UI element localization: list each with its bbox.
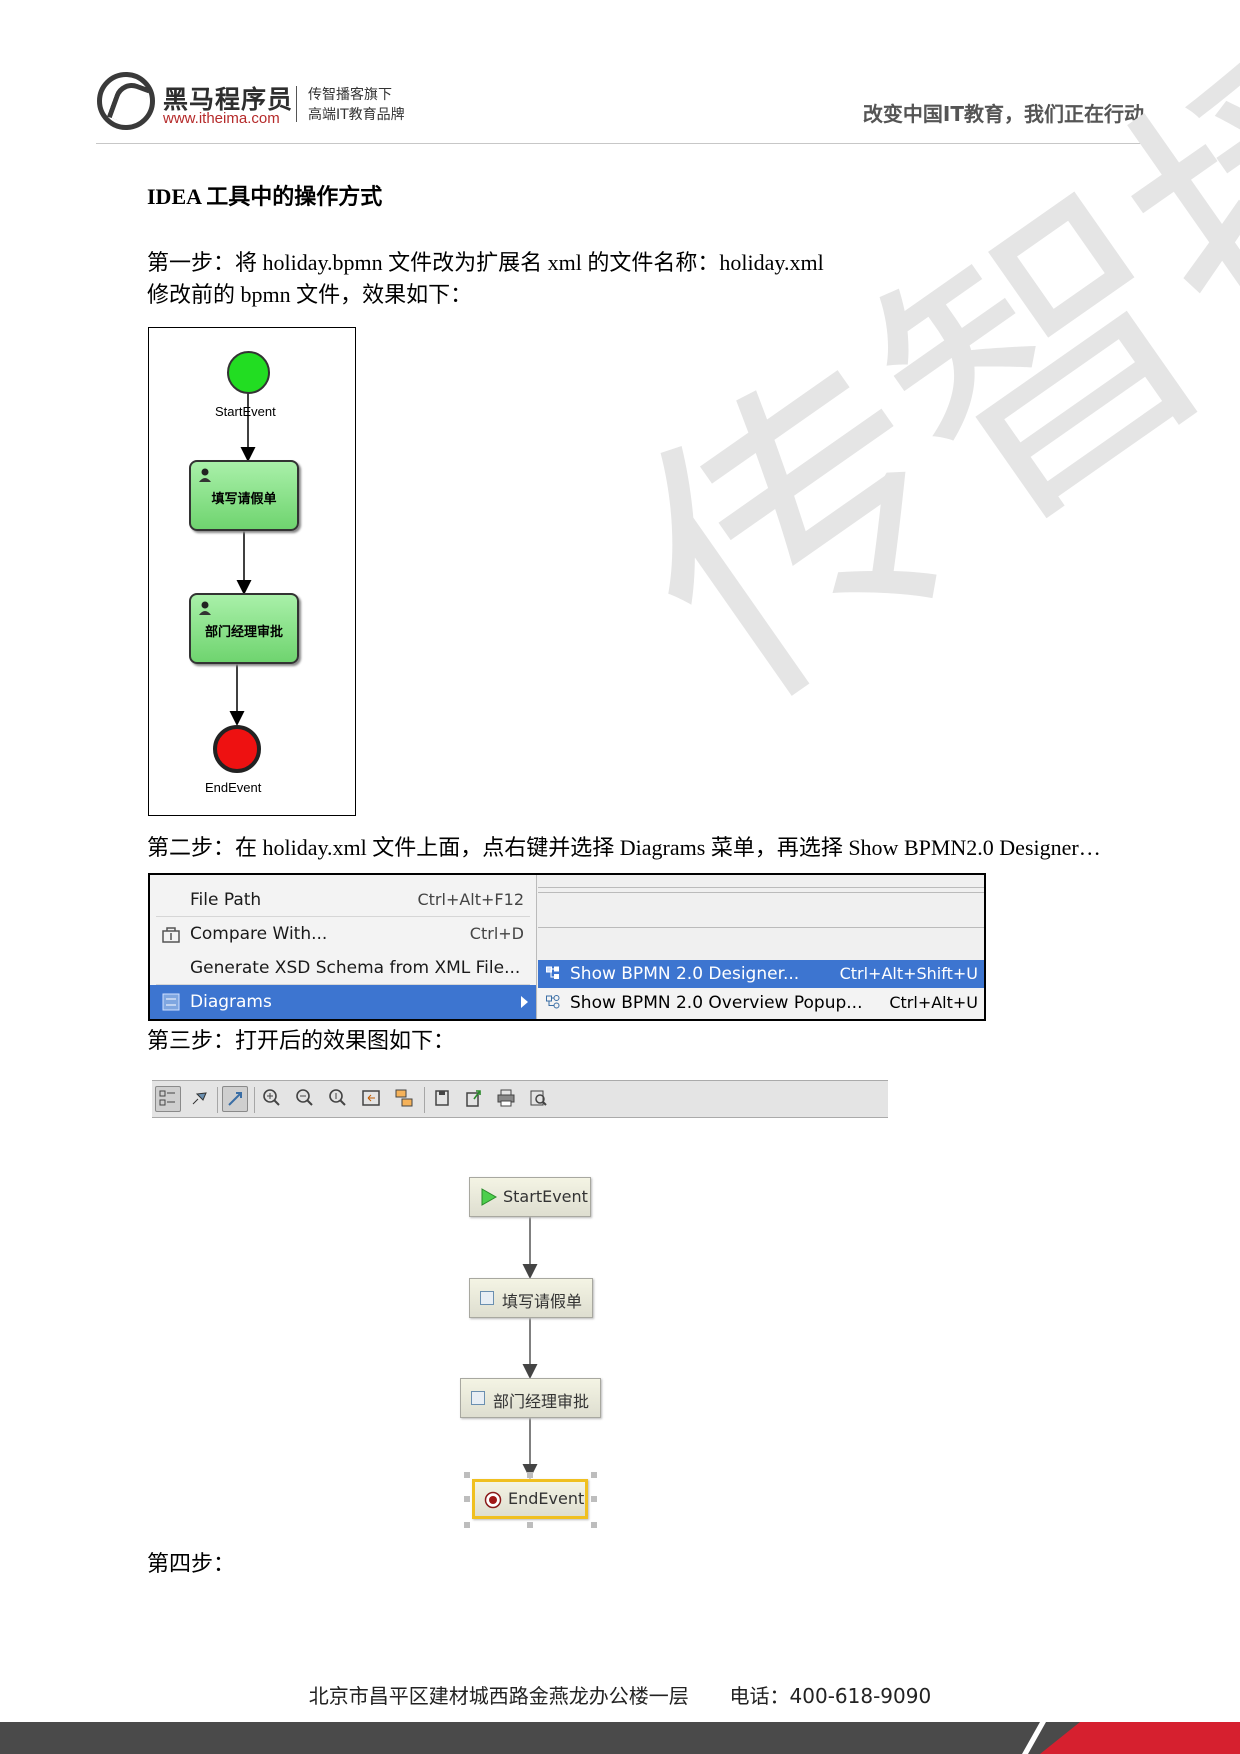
menu-item-label: Generate XSD Schema from XML File...	[190, 958, 521, 978]
menu-item-label: Show BPMN 2.0 Overview Popup...	[570, 993, 863, 1013]
node-label: StartEvent	[503, 1187, 588, 1206]
play-icon	[481, 1188, 497, 1206]
compare-icon	[162, 927, 180, 943]
task-icon	[471, 1391, 485, 1405]
bpmn-diagram-before: StartEvent 填写请假单 部门经理审批 EndEvent	[148, 327, 356, 816]
brand-divider	[296, 86, 297, 122]
node-label: EndEvent	[508, 1489, 585, 1508]
layout-icon[interactable]	[392, 1086, 418, 1112]
step-1-text: 第一步：将 holiday.bpmn 文件改为扩展名 xml 的文件名称：hol…	[147, 250, 824, 275]
section-heading: IDEA 工具中的操作方式	[147, 184, 383, 209]
menu-item-generate-xsd[interactable]: Generate XSD Schema from XML File...	[150, 951, 536, 985]
step-2-text: 第二步：在 holiday.xml 文件上面，点右键并选择 Diagrams 菜…	[147, 835, 1101, 860]
zoom-in-icon[interactable]	[260, 1086, 286, 1112]
selection-handle[interactable]	[464, 1472, 470, 1478]
zoom-out-icon[interactable]	[293, 1086, 319, 1112]
menu-item-show-bpmn-overview[interactable]: Show BPMN 2.0 Overview Popup... Ctrl+Alt…	[538, 989, 984, 1017]
designer-end-event[interactable]: EndEvent	[472, 1479, 588, 1519]
menu-item-diagrams[interactable]: Diagrams	[150, 985, 536, 1019]
selection-handle[interactable]	[591, 1496, 597, 1502]
menu-item-file-path[interactable]: File Path Ctrl+Alt+F12	[150, 883, 536, 917]
header-divider	[96, 143, 1142, 144]
context-menu: File Path Ctrl+Alt+F12 Compare With... C…	[150, 875, 537, 1019]
selection-handle[interactable]	[527, 1472, 533, 1478]
submenu-arrow-icon	[521, 996, 528, 1008]
menu-item-shortcut: Ctrl+Alt+U	[889, 993, 978, 1012]
user-icon	[199, 468, 211, 482]
menu-item-label: Show BPMN 2.0 Designer...	[570, 964, 800, 984]
brand-tagline-1: 传智播客旗下	[308, 87, 392, 103]
selection-handle[interactable]	[464, 1522, 470, 1528]
user-icon	[199, 601, 211, 615]
end-event-label: EndEvent	[205, 780, 262, 795]
background-lines	[538, 887, 984, 893]
designer-start-event[interactable]: StartEvent	[469, 1177, 591, 1217]
task-icon	[480, 1291, 494, 1305]
fit-content-icon[interactable]	[359, 1086, 385, 1112]
header-slogan: 改变中国IT教育，我们正在行动	[862, 102, 1144, 126]
menu-item-label: Compare With...	[190, 924, 328, 944]
footer-address: 北京市昌平区建材城西路金燕龙办公楼一层	[308, 1684, 689, 1708]
bpmn-overview-icon	[546, 995, 560, 1009]
end-event-icon	[213, 725, 261, 773]
step-4-text: 第四步：	[147, 1551, 236, 1576]
selection-handle[interactable]	[464, 1496, 470, 1502]
brand-url: www.itheima.com	[163, 110, 280, 127]
end-event-icon	[484, 1491, 502, 1509]
select-mode-icon[interactable]	[222, 1086, 248, 1112]
designer-task-fill-leave-form[interactable]: 填写请假单	[469, 1278, 593, 1318]
footer-contact: 北京市昌平区建材城西路金燕龙办公楼一层 电话：400-618-9090	[0, 1680, 1240, 1709]
brand-tagline-2: 高端IT教育品牌	[308, 107, 405, 123]
diagrams-submenu: Show BPMN 2.0 Designer... Ctrl+Alt+Shift…	[538, 960, 984, 1019]
toolbar-separator	[254, 1087, 255, 1113]
selection-handle[interactable]	[591, 1472, 597, 1478]
node-label: 部门经理审批	[493, 1392, 590, 1411]
pin-icon[interactable]	[187, 1086, 213, 1112]
print-preview-icon[interactable]	[526, 1086, 552, 1112]
designer-task-manager-approval[interactable]: 部门经理审批	[460, 1378, 601, 1418]
diagrams-icon	[162, 993, 180, 1011]
menu-item-show-bpmn-designer[interactable]: Show BPMN 2.0 Designer... Ctrl+Alt+Shift…	[538, 960, 984, 988]
start-event-icon	[227, 351, 270, 394]
footer-phone: 电话：400-618-9090	[729, 1684, 932, 1708]
selection-handle[interactable]	[591, 1522, 597, 1528]
bpmn-designer-icon	[546, 966, 559, 979]
menu-item-shortcut: Ctrl+Alt+Shift+U	[839, 964, 978, 983]
menu-item-compare-with[interactable]: Compare With... Ctrl+D	[150, 917, 536, 951]
start-event-label: StartEvent	[215, 404, 276, 419]
task-fill-leave-form: 填写请假单	[189, 460, 299, 531]
actual-size-icon[interactable]	[326, 1086, 352, 1112]
menu-item-label: File Path	[190, 890, 262, 910]
task-label: 填写请假单	[211, 492, 277, 507]
toolbar-separator	[217, 1087, 218, 1113]
task-manager-approval: 部门经理审批	[189, 593, 299, 664]
background-line	[538, 927, 984, 928]
designer-toolbar	[152, 1080, 888, 1118]
export-icon[interactable]	[462, 1086, 488, 1112]
menu-item-shortcut: Ctrl+Alt+F12	[417, 890, 524, 909]
node-label: 填写请假单	[502, 1292, 583, 1311]
menu-item-shortcut: Ctrl+D	[469, 924, 524, 943]
step-1-note: 修改前的 bpmn 文件，效果如下：	[147, 282, 473, 307]
save-icon[interactable]	[430, 1086, 456, 1112]
task-label: 部门经理审批	[204, 625, 283, 640]
print-icon[interactable]	[494, 1086, 520, 1112]
menu-item-label: Diagrams	[190, 992, 272, 1012]
selection-handle[interactable]	[527, 1522, 533, 1528]
structure-view-icon[interactable]	[155, 1086, 181, 1112]
context-menu-screenshot: File Path Ctrl+Alt+F12 Compare With... C…	[148, 873, 986, 1021]
step-3-text: 第三步：打开后的效果图如下：	[147, 1028, 456, 1053]
toolbar-separator	[424, 1087, 425, 1113]
